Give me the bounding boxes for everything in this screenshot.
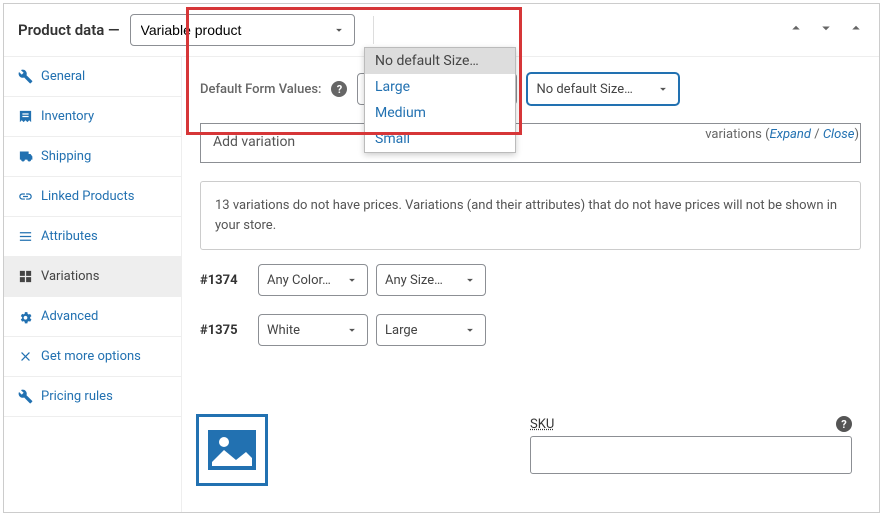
- select-value: Any Color…: [267, 273, 331, 288]
- divider: [373, 16, 374, 44]
- sidebar-item-variations[interactable]: Variations: [4, 257, 181, 297]
- sidebar-item-pricing[interactable]: Pricing rules: [4, 377, 181, 417]
- close-link[interactable]: Close: [823, 127, 855, 142]
- collapse-icon[interactable]: [847, 19, 865, 41]
- variation-id: #1375: [200, 323, 250, 338]
- help-icon[interactable]: ?: [331, 81, 347, 97]
- variation-color-select[interactable]: Any Color…: [258, 264, 368, 296]
- variation-image[interactable]: [196, 414, 268, 486]
- sidebar-item-shipping[interactable]: Shipping: [4, 137, 181, 177]
- sku-label: SKU: [530, 417, 554, 432]
- product-type-select[interactable]: Variable product: [130, 14, 355, 46]
- sidebar-item-label: Shipping: [41, 149, 91, 164]
- variation-color-select[interactable]: White: [258, 314, 368, 346]
- sidebar-item-label: Variations: [41, 269, 99, 284]
- select-value: Any Size…: [385, 273, 443, 288]
- sidebar-item-label: Attributes: [41, 229, 98, 244]
- sidebar-item-inventory[interactable]: Inventory: [4, 97, 181, 137]
- sidebar-item-label: Linked Products: [41, 189, 134, 204]
- default-values-label: Default Form Values:: [200, 82, 321, 97]
- select-value: Large: [385, 323, 418, 338]
- default-size-select[interactable]: No default Size…: [527, 73, 679, 105]
- sidebar-item-advanced[interactable]: Advanced: [4, 297, 181, 337]
- variation-id: #1374: [200, 273, 250, 288]
- dropdown-option[interactable]: Large: [365, 74, 515, 100]
- sidebar: General Inventory Shipping Linked Produc…: [4, 57, 182, 512]
- size-dropdown-menu: No default Size… Large Medium Small: [364, 47, 516, 153]
- sidebar-item-more[interactable]: Get more options: [4, 337, 181, 377]
- sidebar-item-label: Inventory: [41, 109, 94, 124]
- price-warning: 13 variations do not have prices. Variat…: [200, 181, 861, 250]
- variation-row[interactable]: #1375 White Large: [200, 314, 861, 346]
- variation-count-note: variations (Expand / Close): [705, 127, 859, 142]
- variation-row[interactable]: #1374 Any Color… Any Size…: [200, 264, 861, 296]
- sidebar-item-label: Pricing rules: [41, 389, 113, 404]
- select-value: No default Size…: [536, 82, 632, 97]
- chevron-down-icon[interactable]: [817, 19, 835, 41]
- sidebar-item-general[interactable]: General: [4, 57, 181, 97]
- dropdown-option[interactable]: Small: [365, 126, 515, 152]
- sku-input[interactable]: [530, 436, 852, 474]
- sidebar-item-label: General: [41, 69, 85, 84]
- panel-title: Product data —: [18, 21, 120, 39]
- dropdown-option[interactable]: Medium: [365, 100, 515, 126]
- sidebar-item-linked[interactable]: Linked Products: [4, 177, 181, 217]
- variation-size-select[interactable]: Large: [376, 314, 486, 346]
- count-text: variations: [705, 127, 762, 142]
- help-icon[interactable]: ?: [836, 416, 852, 432]
- select-value: White: [267, 323, 300, 338]
- chevron-up-icon[interactable]: [787, 19, 805, 41]
- sidebar-item-label: Advanced: [41, 309, 98, 324]
- expand-link[interactable]: Expand: [770, 127, 811, 142]
- sidebar-item-attributes[interactable]: Attributes: [4, 217, 181, 257]
- dropdown-option[interactable]: No default Size…: [365, 48, 515, 74]
- sidebar-item-label: Get more options: [41, 349, 141, 364]
- sku-section: SKU ?: [530, 416, 852, 474]
- variation-size-select[interactable]: Any Size…: [376, 264, 486, 296]
